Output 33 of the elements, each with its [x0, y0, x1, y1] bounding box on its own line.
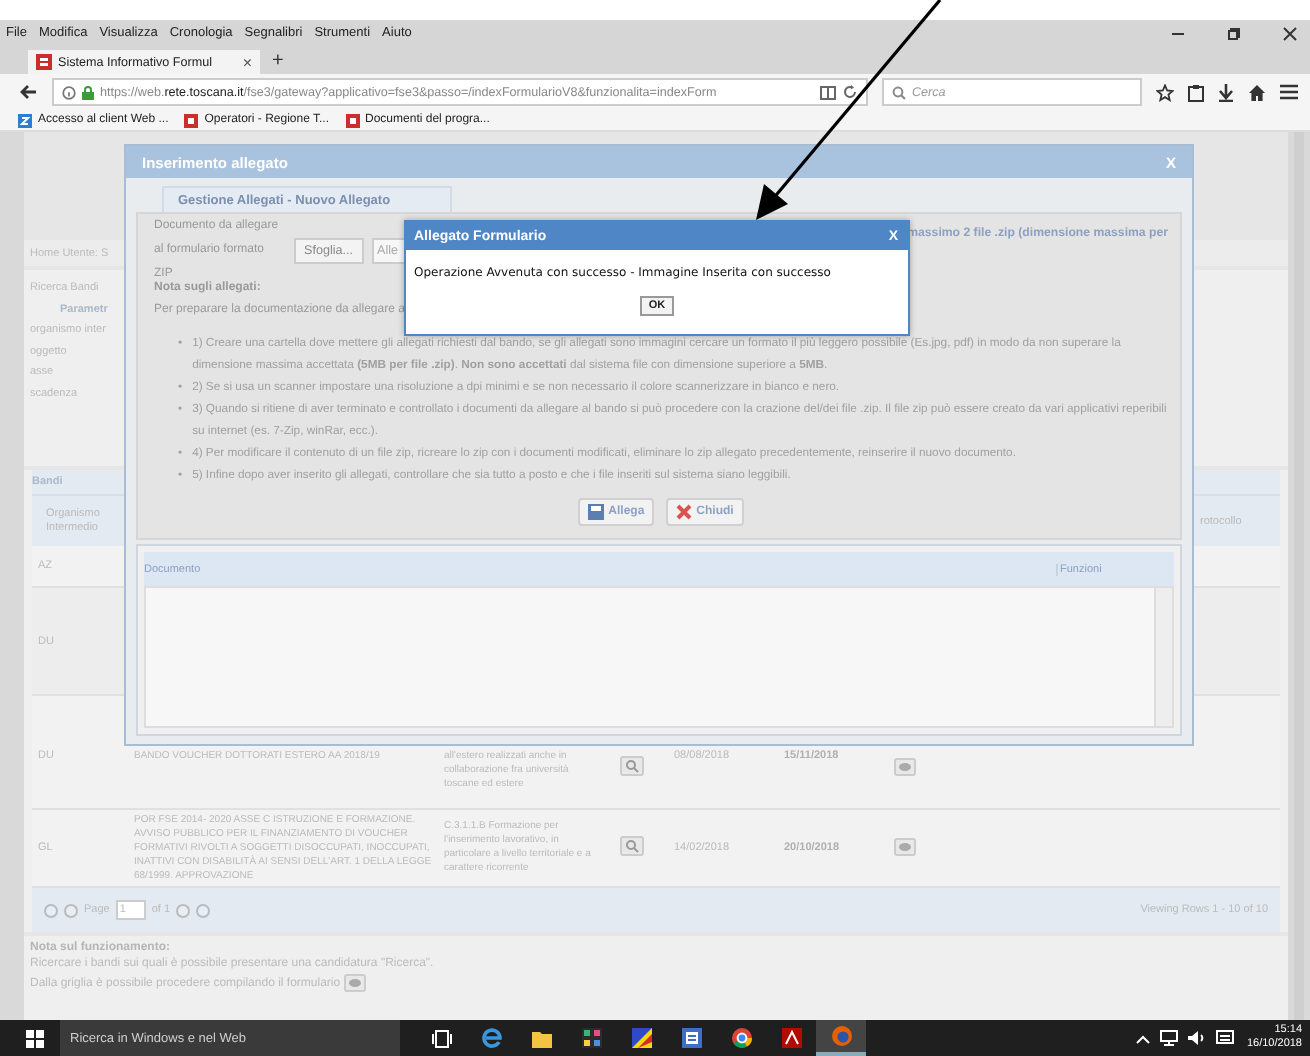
windows-logo-icon[interactable]	[26, 1029, 44, 1047]
new-tab-button[interactable]: +	[272, 50, 284, 74]
clipboard-icon[interactable]	[1188, 83, 1204, 101]
search-icon	[892, 85, 906, 99]
menu-icon[interactable]	[1280, 84, 1298, 100]
pdf-icon	[781, 1028, 801, 1048]
task-view-icon	[431, 1029, 451, 1047]
back-icon[interactable]	[18, 82, 38, 102]
floppy-icon	[588, 504, 605, 520]
firefox-icon	[831, 1026, 851, 1046]
close-icon[interactable]	[1282, 25, 1298, 41]
reader-icon[interactable]	[820, 85, 836, 99]
notification-icon[interactable]	[1216, 1030, 1235, 1046]
network-icon[interactable]	[1160, 1030, 1179, 1046]
restore-icon[interactable]	[1226, 25, 1242, 41]
document-app-icon	[681, 1028, 701, 1048]
tab-close-button[interactable]: ×	[242, 53, 252, 71]
reload-icon[interactable]	[842, 84, 858, 100]
color-shapes-icon	[631, 1028, 651, 1048]
colorful-grid-icon	[581, 1028, 601, 1048]
download-icon[interactable]	[1218, 83, 1234, 101]
chevron-up-icon[interactable]	[1136, 1033, 1151, 1043]
star-icon[interactable]	[1156, 83, 1174, 101]
browser-e-icon	[481, 1028, 501, 1048]
home-icon[interactable]	[1248, 83, 1266, 101]
folder-icon	[531, 1029, 551, 1047]
chrome-icon	[731, 1028, 751, 1048]
info-icon	[62, 85, 76, 99]
cross-icon	[676, 504, 693, 520]
lock-icon	[82, 85, 94, 99]
edit-icon	[344, 974, 367, 992]
site-favicon-icon	[36, 54, 52, 70]
volume-icon[interactable]	[1188, 1030, 1207, 1046]
